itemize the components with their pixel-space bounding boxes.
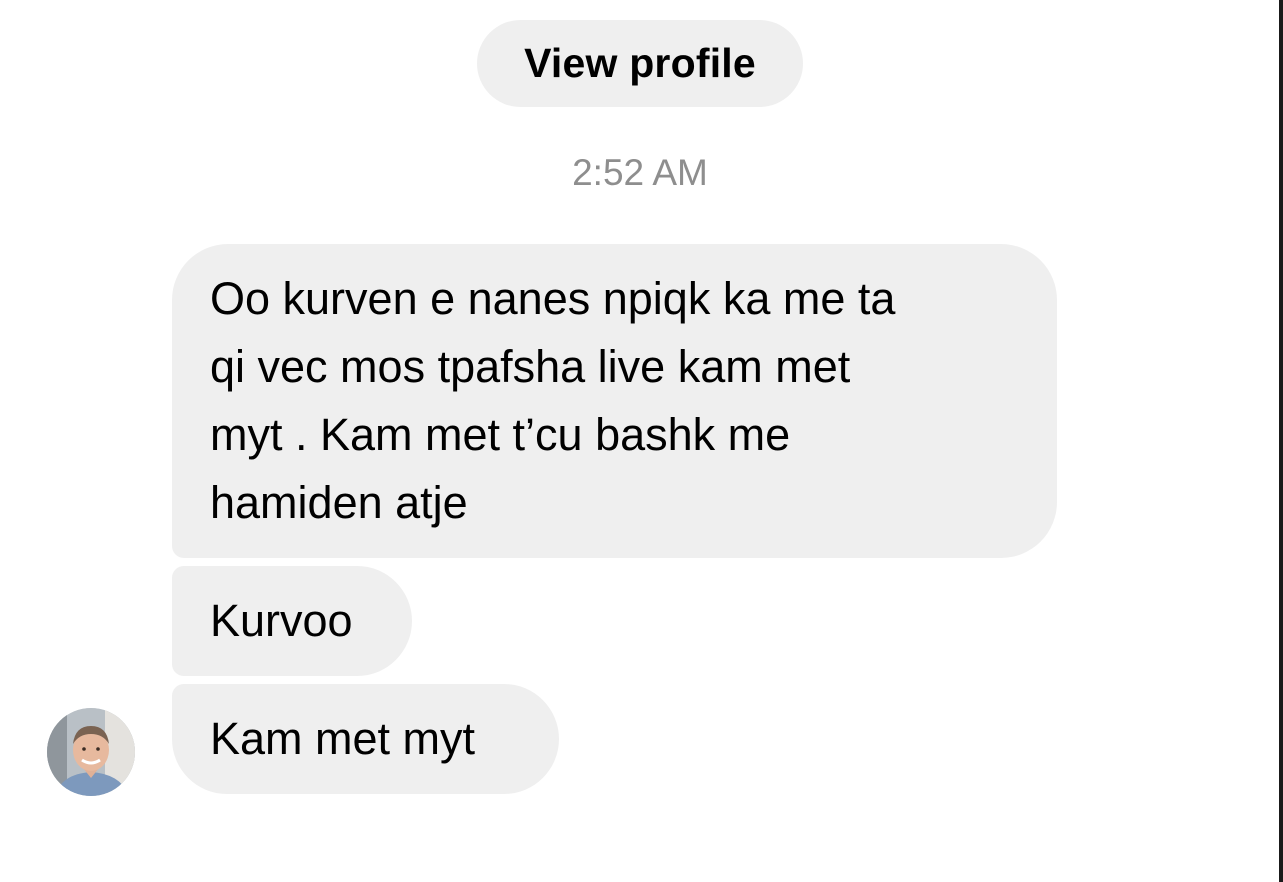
message-text-line: qi vec mos tpafsha live kam met (210, 341, 851, 392)
message-bubble[interactable]: Oo kurven e nanes npiqk ka me ta qi vec … (172, 244, 1057, 558)
message-text-line: hamiden atje (210, 477, 468, 528)
message-text: Kurvoo (210, 595, 353, 646)
view-profile-button[interactable]: View profile (477, 20, 803, 107)
message-text: Kam met myt (210, 713, 476, 764)
profile-photo-avatar-icon (47, 708, 135, 796)
sender-avatar[interactable] (47, 708, 135, 796)
message-bubble[interactable]: Kam met myt (172, 684, 559, 794)
message-bubble[interactable]: Kurvoo (172, 566, 412, 676)
message-text-line: Oo kurven e nanes npiqk ka me ta (210, 273, 896, 324)
message-text-line: myt . Kam met t’cu bashk me (210, 409, 791, 460)
message-timestamp: 2:52 AM (572, 152, 708, 193)
window-edge (1279, 0, 1283, 882)
